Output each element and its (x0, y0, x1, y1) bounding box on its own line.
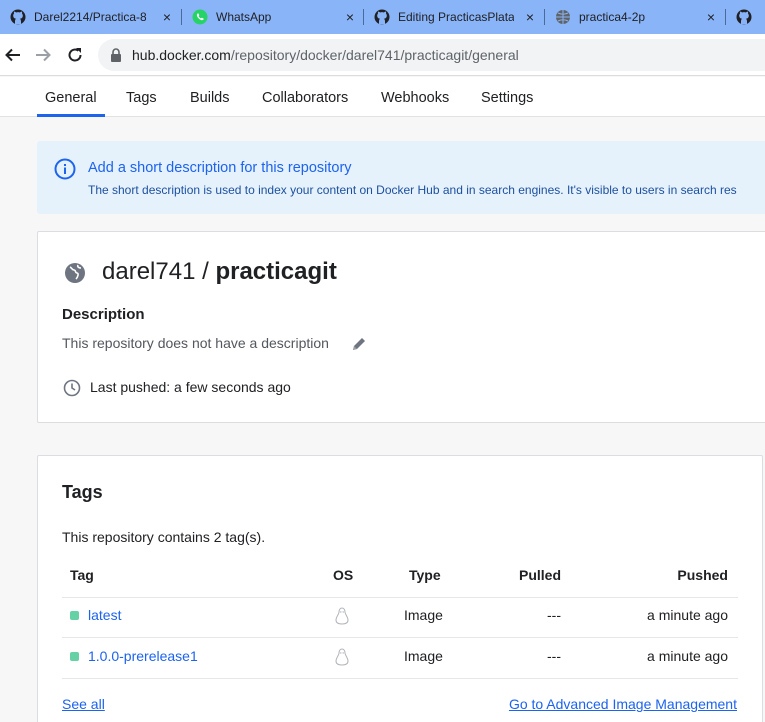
reload-button[interactable] (62, 42, 88, 68)
reload-icon (68, 48, 82, 62)
url-path: /repository/docker/darel741/practicagit/… (230, 47, 519, 63)
tab-general[interactable]: General (37, 77, 105, 117)
tab-builds[interactable]: Builds (190, 77, 230, 117)
browser-tab-practica4[interactable]: practica4-2p × (545, 0, 725, 34)
address-bar[interactable]: hub.docker.com/repository/docker/darel74… (98, 39, 765, 71)
close-icon[interactable]: × (346, 9, 354, 25)
advanced-image-management-link[interactable]: Go to Advanced Image Management (509, 696, 737, 712)
pulled-cell: --- (547, 607, 561, 623)
type-cell: Image (404, 648, 443, 664)
banner-text: The short description is used to index y… (88, 183, 737, 197)
repository-card: darel741 / practicagit Description This … (37, 231, 765, 423)
browser-tab-overflow[interactable] (726, 0, 765, 34)
edit-pencil-icon[interactable] (350, 335, 368, 353)
github-icon (374, 9, 390, 25)
repository-name: practicagit (215, 258, 337, 285)
row-divider (62, 678, 738, 679)
forward-button[interactable] (30, 42, 56, 68)
globe-icon (65, 263, 85, 283)
close-icon[interactable]: × (707, 9, 715, 25)
tab-webhooks[interactable]: Webhooks (381, 77, 449, 117)
banner-title-link[interactable]: Add a short description for this reposit… (88, 160, 352, 176)
browser-tab-title: Editing PracticasPlata (398, 10, 514, 24)
back-button[interactable] (0, 42, 26, 68)
browser-tab-title: Darel2214/Practica-8 (34, 10, 146, 24)
column-header-pulled: Pulled (519, 567, 562, 583)
url-host: hub.docker.com (132, 47, 231, 63)
browser-tab-title: WhatsApp (216, 10, 272, 24)
linux-icon (335, 648, 349, 666)
pushed-cell: a minute ago (647, 607, 728, 623)
arrow-left-icon (5, 48, 20, 62)
linux-icon (335, 607, 349, 625)
repository-separator: / (195, 258, 216, 285)
info-icon (54, 158, 76, 180)
repository-tabs: General Tags Builds Collaborators Webhoo… (0, 77, 765, 117)
column-header-os: OS (333, 567, 354, 583)
globe-icon (555, 9, 571, 25)
tab-collaborators[interactable]: Collaborators (262, 77, 348, 117)
browser-toolbar: hub.docker.com/repository/docker/darel74… (0, 34, 765, 76)
tags-card: Tags This repository contains 2 tag(s). … (37, 455, 763, 722)
row-divider (62, 597, 738, 598)
column-header-type: Type (409, 567, 441, 583)
repository-owner: darel741 (102, 258, 196, 285)
whatsapp-icon (192, 9, 208, 25)
arrow-right-icon (36, 48, 51, 62)
row-divider (62, 637, 738, 638)
lock-icon (110, 48, 124, 62)
tags-heading: Tags (62, 482, 103, 502)
tag-link[interactable]: latest (88, 607, 121, 623)
browser-tab-editing[interactable]: Editing PracticasPlata × (364, 0, 544, 34)
pulled-cell: --- (547, 648, 561, 664)
tab-settings[interactable]: Settings (481, 77, 533, 117)
github-icon (10, 9, 26, 25)
column-header-pushed: Pushed (677, 567, 728, 583)
browser-tab-whatsapp[interactable]: WhatsApp × (182, 0, 364, 34)
browser-tab-strip: Darel2214/Practica-8 × WhatsApp × Editin… (0, 0, 765, 34)
tags-count: This repository contains 2 tag(s). (62, 529, 266, 545)
last-pushed: Last pushed: a few seconds ago (90, 379, 291, 395)
pushed-cell: a minute ago (647, 648, 728, 664)
status-dot (70, 652, 79, 661)
description-banner: Add a short description for this reposit… (37, 141, 765, 214)
description-heading: Description (62, 306, 145, 323)
description-text: This repository does not have a descript… (62, 335, 329, 351)
browser-tab-practica8[interactable]: Darel2214/Practica-8 × (0, 0, 181, 34)
browser-tab-title: practica4-2p (579, 10, 646, 24)
tag-link[interactable]: 1.0.0-prerelease1 (88, 648, 198, 664)
type-cell: Image (404, 607, 443, 623)
status-dot (70, 611, 79, 620)
clock-icon (63, 379, 81, 397)
github-icon (736, 9, 752, 25)
close-icon[interactable]: × (163, 9, 171, 25)
repository-title: darel741 / practicagit (102, 258, 337, 286)
tab-tags[interactable]: Tags (126, 77, 157, 117)
column-header-tag: Tag (70, 567, 94, 583)
see-all-link[interactable]: See all (62, 696, 105, 712)
close-icon[interactable]: × (526, 9, 534, 25)
